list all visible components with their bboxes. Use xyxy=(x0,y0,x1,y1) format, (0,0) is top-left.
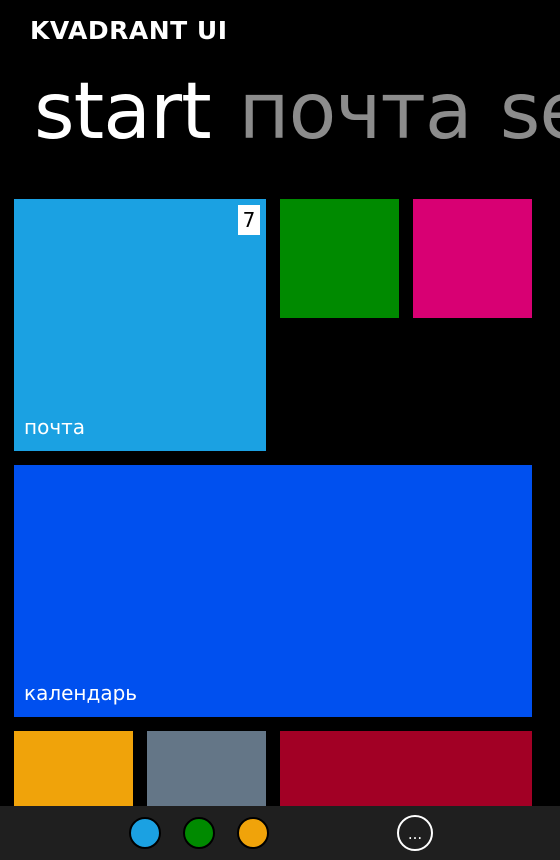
amber-tile[interactable] xyxy=(14,731,133,806)
pivot-item-start[interactable]: start xyxy=(34,62,212,162)
calendar-tile[interactable]: календарь xyxy=(14,465,532,717)
amber-dot-icon xyxy=(237,817,269,849)
green-tile[interactable] xyxy=(280,199,399,318)
magenta-tile[interactable] xyxy=(413,199,532,318)
appbar-amber-button[interactable] xyxy=(235,815,271,851)
pivot-item-settings[interactable]: settings xyxy=(500,62,560,162)
more-icon: ... xyxy=(407,825,423,843)
mail-tile[interactable]: 7 почта xyxy=(14,199,266,451)
steel-tile[interactable] xyxy=(147,731,266,806)
appbar-green-button[interactable] xyxy=(181,815,217,851)
app-title: KVADRANT UI xyxy=(30,16,228,45)
pivot-header: start почта settings xyxy=(34,62,560,162)
mail-tile-label: почта xyxy=(24,415,86,439)
calendar-tile-label: календарь xyxy=(24,681,138,705)
green-dot-icon xyxy=(183,817,215,849)
pivot-item-mail[interactable]: почта xyxy=(239,62,473,162)
mail-count-badge: 7 xyxy=(238,205,260,235)
cyan-dot-icon xyxy=(129,817,161,849)
appbar-more-button[interactable]: ... xyxy=(397,815,433,851)
app-bar: ... xyxy=(0,806,560,860)
appbar-cyan-button[interactable] xyxy=(127,815,163,851)
crimson-tile[interactable] xyxy=(280,731,532,806)
